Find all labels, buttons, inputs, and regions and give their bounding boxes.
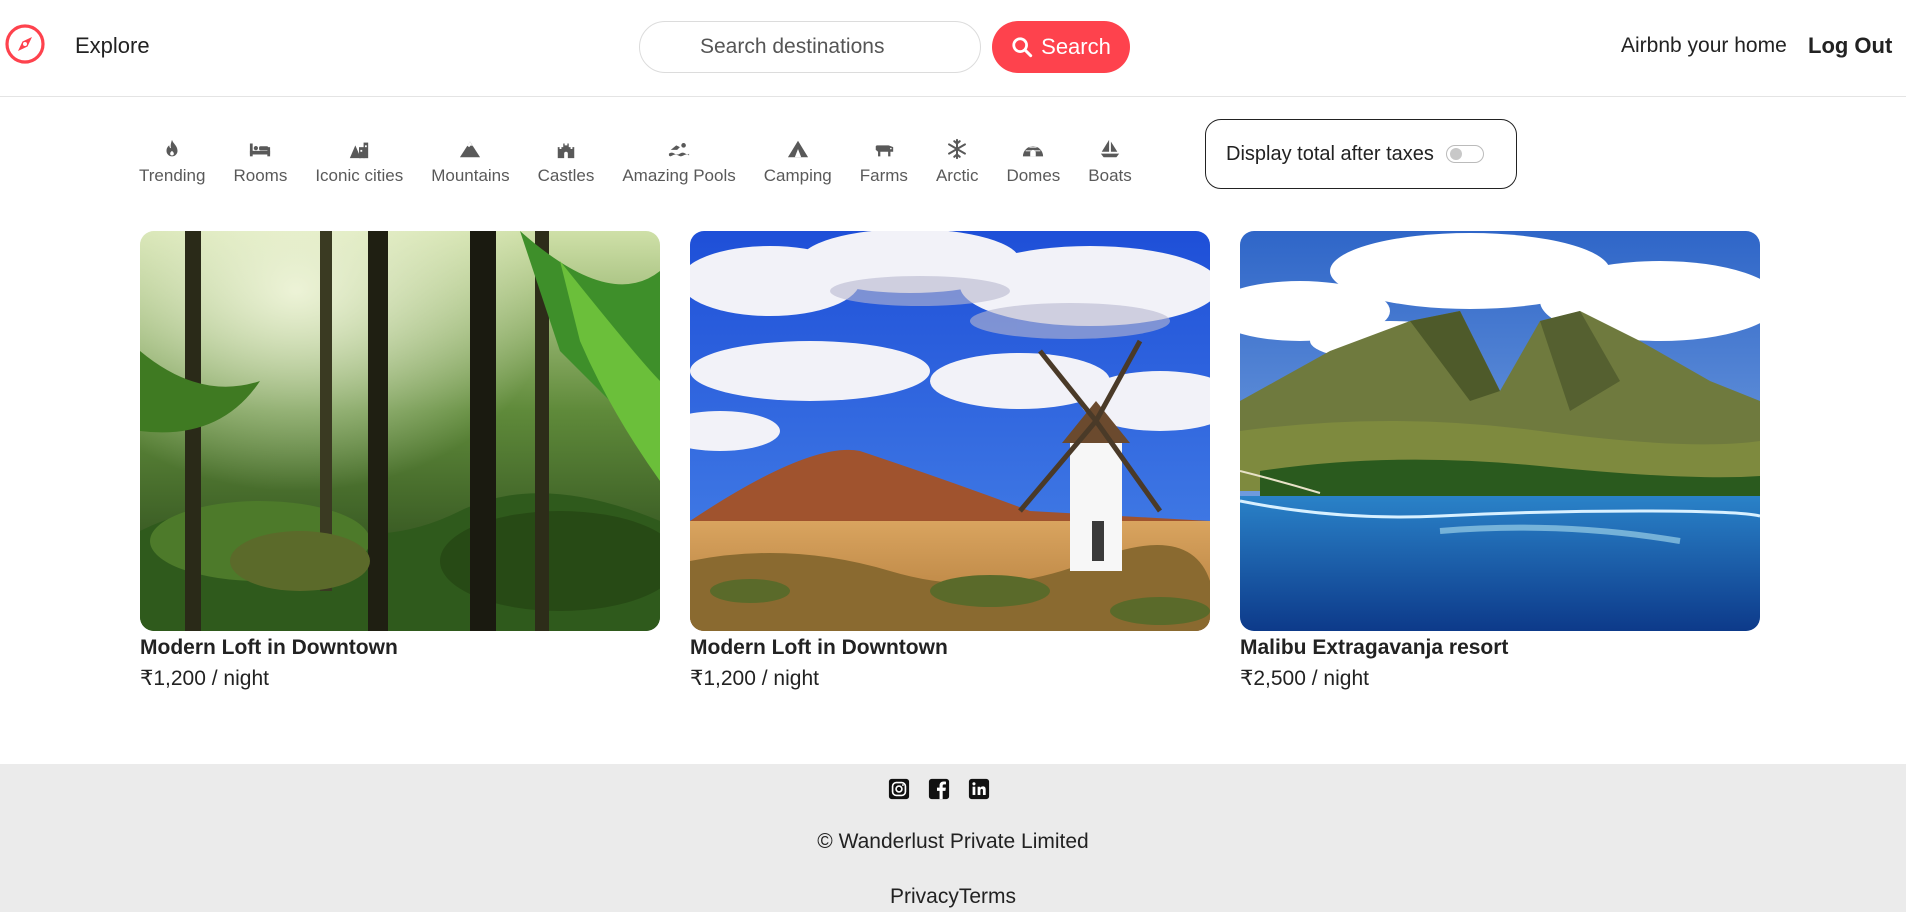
filter-label: Camping: [763, 166, 832, 185]
snowflake-icon: [948, 138, 967, 160]
tax-toggle-label: Display total after taxes: [1226, 142, 1434, 165]
listing-price: ₹1,200 / night: [690, 667, 819, 690]
listing-title[interactable]: Malibu Extragavanja resort: [1240, 636, 1760, 660]
search-bar: Search: [639, 21, 1130, 73]
listing-price: ₹2,500 / night: [1240, 667, 1369, 690]
tent-icon: [787, 140, 808, 158]
city-icon: [350, 142, 369, 159]
category-filters: Trending Rooms Iconic cities Mountains C…: [139, 138, 1160, 186]
filter-label: Farms: [859, 166, 908, 185]
filter-label: Arctic: [935, 166, 979, 185]
filter-mountains[interactable]: Mountains: [431, 138, 510, 186]
swimmer-icon: [668, 143, 690, 157]
filter-amazing-pools[interactable]: Amazing Pools: [622, 138, 736, 186]
listing-image[interactable]: [690, 231, 1210, 631]
listing-card[interactable]: Malibu Extragavanja resort ₹2,500 / nigh…: [1240, 231, 1760, 691]
search-button-label: Search: [1041, 34, 1111, 59]
listing-title[interactable]: Modern Loft in Downtown: [140, 636, 660, 660]
filter-label: Rooms: [233, 166, 288, 185]
filter-label: Iconic cities: [315, 166, 404, 185]
search-icon: [1012, 37, 1033, 58]
search-button[interactable]: Search: [992, 21, 1130, 73]
filter-label: Mountains: [431, 166, 510, 185]
facebook-icon[interactable]: [928, 778, 950, 800]
compass-icon[interactable]: [4, 23, 46, 65]
listing-image[interactable]: [1240, 231, 1760, 631]
filter-domes[interactable]: Domes: [1006, 138, 1060, 186]
toggle-knob: [1449, 148, 1462, 160]
footer: © Wanderlust Private Limited PrivacyTerm…: [0, 764, 1906, 912]
filter-trending[interactable]: Trending: [139, 138, 205, 186]
mountain-coast-image: [1240, 231, 1760, 631]
filter-iconic-cities[interactable]: Iconic cities: [315, 138, 403, 186]
logout-link[interactable]: Log Out: [1808, 33, 1892, 59]
sailboat-icon: [1100, 139, 1120, 158]
listing-card[interactable]: Modern Loft in Downtown ₹1,200 / night: [140, 231, 660, 691]
mountain-icon: [460, 141, 481, 158]
igloo-icon: [1023, 146, 1044, 157]
footer-links[interactable]: PrivacyTerms: [0, 885, 1906, 909]
listing-card[interactable]: Modern Loft in Downtown ₹1,200 / night: [690, 231, 1210, 691]
filter-label: Boats: [1088, 166, 1132, 185]
social-links: [888, 778, 990, 800]
listing-price: ₹1,200 / night: [140, 667, 269, 690]
filter-rooms[interactable]: Rooms: [233, 138, 287, 186]
jungle-forest-image: [140, 231, 660, 631]
windmill-landscape-image: [690, 231, 1210, 631]
cow-icon: [875, 145, 894, 157]
navbar: Explore Search Airbnb your home Log Out: [0, 0, 1906, 97]
filter-label: Amazing Pools: [622, 166, 736, 185]
filter-label: Trending: [139, 166, 206, 185]
tax-toggle[interactable]: Display total after taxes: [1205, 119, 1517, 189]
bed-icon: [250, 143, 271, 157]
listing-image[interactable]: [140, 231, 660, 631]
tax-toggle-switch[interactable]: [1445, 145, 1484, 163]
filter-label: Domes: [1006, 166, 1061, 185]
filter-farms[interactable]: Farms: [860, 138, 908, 186]
filter-boats[interactable]: Boats: [1088, 138, 1132, 186]
instagram-icon[interactable]: [888, 778, 910, 800]
filter-camping[interactable]: Camping: [764, 138, 832, 186]
search-input[interactable]: [639, 21, 981, 73]
filter-castles[interactable]: Castles: [537, 138, 595, 186]
castle-icon: [557, 143, 575, 159]
filter-label: Castles: [537, 166, 595, 185]
listing-title[interactable]: Modern Loft in Downtown: [690, 636, 1210, 660]
host-home-link[interactable]: Airbnb your home: [1621, 34, 1787, 58]
filter-arctic[interactable]: Arctic: [935, 138, 979, 186]
copyright-text: © Wanderlust Private Limited: [817, 830, 1089, 853]
linkedin-icon[interactable]: [968, 778, 990, 800]
fire-icon: [166, 139, 178, 157]
explore-link[interactable]: Explore: [75, 33, 150, 59]
